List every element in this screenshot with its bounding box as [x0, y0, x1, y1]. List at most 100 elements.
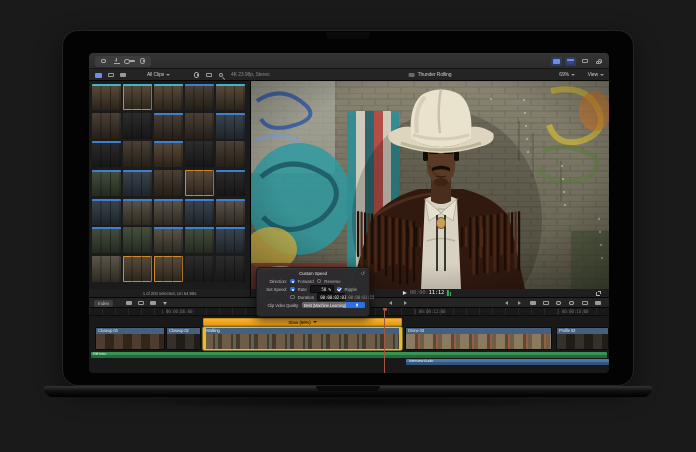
viewer-zoom-dropdown[interactable]: 69% [559, 69, 575, 81]
viewer-view-dropdown[interactable]: View [588, 69, 604, 81]
trim-end-icon[interactable] [514, 299, 525, 308]
clip-thumbnail[interactable] [154, 113, 183, 139]
clip-thumbnail[interactable] [123, 113, 152, 139]
timeline-back-icon[interactable] [385, 299, 396, 308]
keyword-strip [216, 84, 245, 86]
reverse-radio[interactable] [317, 279, 322, 284]
clip-filter-dropdown[interactable]: All Clips [147, 69, 170, 81]
keyword-strip [92, 141, 121, 143]
duration-filter-icon[interactable] [191, 71, 202, 80]
clip-library-icon[interactable] [93, 71, 104, 80]
clip-thumbnail[interactable] [123, 170, 152, 196]
tool-menu-icon[interactable] [159, 299, 170, 308]
clip-thumbnail[interactable] [216, 170, 245, 196]
play-icon[interactable] [403, 291, 407, 295]
media-indicator-icon[interactable] [98, 57, 109, 66]
snapping-icon[interactable] [540, 299, 551, 308]
keyword-strip [185, 199, 214, 201]
clip-thumbnail[interactable] [92, 84, 121, 110]
timeline-clip[interactable]: Closeup 02 [166, 327, 201, 350]
expand-viewer-icon[interactable] [593, 289, 604, 298]
browser-mode-icons [93, 69, 128, 81]
filter-icons-group [191, 69, 226, 81]
clip-thumbnail[interactable] [92, 199, 121, 225]
reset-icon[interactable]: ↺ [361, 271, 365, 277]
append-edit-icon[interactable] [147, 299, 158, 308]
share-icon[interactable] [593, 57, 604, 66]
retime-bar[interactable]: Slow (50%) [203, 318, 402, 326]
clip-appearance-icon[interactable] [592, 299, 603, 308]
clip-thumbnail[interactable] [185, 84, 214, 110]
clip-thumbnail[interactable] [216, 227, 245, 253]
clip-thumbnail[interactable] [92, 113, 121, 139]
marker-filter-icon[interactable] [203, 71, 214, 80]
effects-browser-icon[interactable] [117, 71, 128, 80]
transport-controls: 00:00:11:12 [403, 290, 451, 296]
background-tasks-icon[interactable] [137, 57, 148, 66]
insert-edit-icon[interactable] [135, 299, 146, 308]
clip-thumbnail[interactable] [154, 256, 183, 282]
clip-thumbnail[interactable] [216, 141, 245, 167]
clip-thumbnail[interactable] [92, 256, 121, 282]
timeline-forward-icon[interactable] [400, 299, 411, 308]
clip-filmstrip [204, 334, 401, 350]
clip-thumbnail[interactable] [216, 84, 245, 110]
clip-thumbnail[interactable] [123, 199, 152, 225]
skimming-icon[interactable] [553, 299, 564, 308]
clip-thumbnail[interactable] [216, 256, 245, 282]
clip-thumbnail[interactable] [216, 199, 245, 225]
inspector-toggle-icon[interactable] [579, 57, 590, 66]
clip-thumbnail[interactable] [123, 227, 152, 253]
clip-thumbnail[interactable] [92, 170, 121, 196]
audio-meters-icon[interactable] [447, 290, 451, 296]
audio-clip-riff-intro[interactable]: Riff Intro [91, 352, 607, 358]
rate-field[interactable]: 50 % [310, 285, 334, 293]
clip-thumbnail[interactable] [185, 227, 214, 253]
timeline-clip[interactable]: Closeup 04 [95, 327, 165, 350]
timeline-clip[interactable]: Profile 02 [556, 327, 609, 350]
project-title[interactable]: Thunder Rolling [409, 69, 452, 81]
quality-popup[interactable]: Best (Machine Learning) [302, 302, 365, 309]
rate-radio[interactable] [290, 287, 295, 292]
keyword-strip [154, 199, 183, 201]
search-icon[interactable] [215, 71, 226, 80]
ripple-checkbox[interactable] [337, 287, 342, 292]
duration-radio[interactable] [290, 295, 295, 300]
clip-thumbnail[interactable] [123, 84, 152, 110]
audio-skimming-icon[interactable] [566, 299, 577, 308]
clip-thumbnail[interactable] [123, 256, 152, 282]
timeline-clip[interactable]: Walking [203, 327, 402, 350]
index-button[interactable]: Index [94, 300, 113, 307]
clip-thumbnail[interactable] [185, 141, 214, 167]
forward-radio[interactable] [290, 279, 295, 284]
audio-clip-interview[interactable]: Interview Audio [406, 359, 609, 365]
trim-start-icon[interactable] [501, 299, 512, 308]
duration-field[interactable]: 00:00:02:03 [317, 293, 345, 301]
timeline-clip[interactable]: Drone 03 [405, 327, 552, 350]
timeline-view-toggle-icon[interactable] [565, 57, 576, 66]
clip-thumbnail[interactable] [92, 227, 121, 253]
clip-thumbnail[interactable] [185, 113, 214, 139]
keyword-editor-icon[interactable] [124, 57, 135, 66]
browser-view-toggle-icon[interactable] [551, 57, 562, 66]
playhead[interactable] [384, 308, 385, 373]
solo-icon[interactable] [579, 299, 590, 308]
clip-thumbnail[interactable] [185, 256, 214, 282]
clip-thumbnail[interactable] [154, 199, 183, 225]
clip-thumbnail[interactable] [154, 84, 183, 110]
clip-thumbnail[interactable] [92, 141, 121, 167]
clip-thumbnail[interactable] [185, 170, 214, 196]
clip-thumbnail[interactable] [123, 141, 152, 167]
clip-thumbnail[interactable] [216, 113, 245, 139]
clip-thumbnail[interactable] [154, 141, 183, 167]
ruler-timecode: | 00:00:06:00 [161, 309, 192, 314]
position-tool-icon[interactable] [527, 299, 538, 308]
import-media-icon[interactable] [111, 57, 122, 66]
clip-thumbnail[interactable] [154, 227, 183, 253]
clip-thumbnail[interactable] [154, 170, 183, 196]
quality-label: Clip Video Quality: [261, 303, 299, 308]
connect-edit-icon[interactable] [123, 299, 134, 308]
photos-audio-icon[interactable] [105, 71, 116, 80]
clip-thumbnail[interactable] [185, 199, 214, 225]
keyword-strip [216, 170, 245, 172]
